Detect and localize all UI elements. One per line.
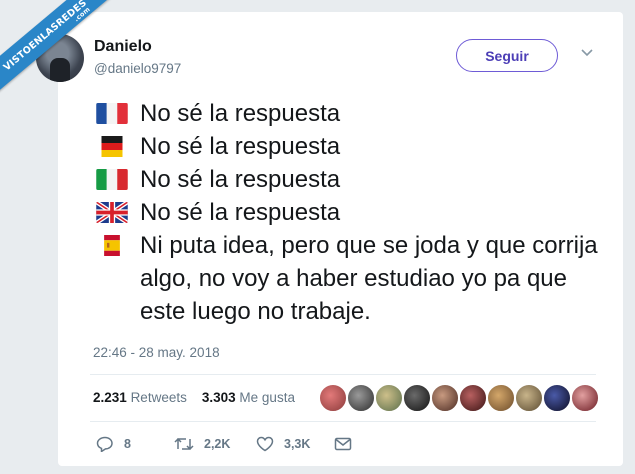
liker-avatar[interactable] <box>375 384 403 412</box>
retweet-icon <box>174 437 194 451</box>
uk-flag-icon <box>96 202 128 223</box>
tweet-line: No sé la respuesta <box>96 130 606 163</box>
likes-label[interactable]: Me gusta <box>239 390 295 405</box>
germany-flag-icon <box>101 136 123 157</box>
liker-avatar[interactable] <box>487 384 515 412</box>
liker-avatar[interactable] <box>347 384 375 412</box>
spain-flag-icon <box>104 235 120 256</box>
tweet-line-text: No sé la respuesta <box>140 133 341 160</box>
tweet-line-text: No sé la respuesta <box>140 199 341 226</box>
envelope-icon <box>334 437 352 451</box>
tweet-line-text: No sé la respuesta <box>140 100 341 127</box>
tweet-line: No sé la respuesta <box>96 163 606 196</box>
like-count: 3,3K <box>284 437 311 451</box>
liker-avatar[interactable] <box>431 384 459 412</box>
divider <box>90 374 596 375</box>
reply-button[interactable]: 8 <box>96 436 131 452</box>
message-button[interactable] <box>334 436 362 452</box>
france-flag-icon <box>96 103 128 124</box>
tweet-line-text: Ni puta idea, pero que se joda y que cor… <box>140 232 598 325</box>
chevron-down-icon[interactable] <box>580 48 594 58</box>
heart-icon <box>256 436 274 452</box>
likes-count[interactable]: 3.303 <box>202 390 236 405</box>
reply-icon <box>96 436 113 452</box>
tweet-timestamp[interactable]: 22:46 - 28 may. 2018 <box>93 345 220 360</box>
tweet-line: No sé la respuesta <box>96 196 606 229</box>
liker-avatar[interactable] <box>543 384 571 412</box>
retweet-button[interactable]: 2,2K <box>174 436 230 452</box>
liker-avatar[interactable] <box>515 384 543 412</box>
author-handle[interactable]: @danielo9797 <box>94 61 181 76</box>
liker-avatar[interactable] <box>319 384 347 412</box>
like-button[interactable]: 3,3K <box>256 436 310 452</box>
tweet-line-text: No sé la respuesta <box>140 166 341 193</box>
tweet-line: No sé la respuesta <box>96 97 606 130</box>
liker-avatar[interactable] <box>459 384 487 412</box>
tweet-stats: 2.231 Retweets 3.303 Me gusta <box>93 390 295 405</box>
liker-avatar[interactable] <box>571 384 599 412</box>
liker-avatar[interactable] <box>403 384 431 412</box>
tweet-line: Ni puta idea, pero que se joda y que cor… <box>96 229 606 328</box>
retweets-label[interactable]: Retweets <box>131 390 187 405</box>
tweet-text: No sé la respuesta No sé la respuesta No… <box>96 97 606 328</box>
retweet-count: 2,2K <box>204 437 231 451</box>
divider <box>90 421 596 422</box>
retweets-count[interactable]: 2.231 <box>93 390 127 405</box>
author-name[interactable]: Danielo <box>94 38 152 56</box>
follow-button[interactable]: Seguir <box>456 39 558 72</box>
italy-flag-icon <box>96 169 128 190</box>
reply-count: 8 <box>124 437 131 451</box>
